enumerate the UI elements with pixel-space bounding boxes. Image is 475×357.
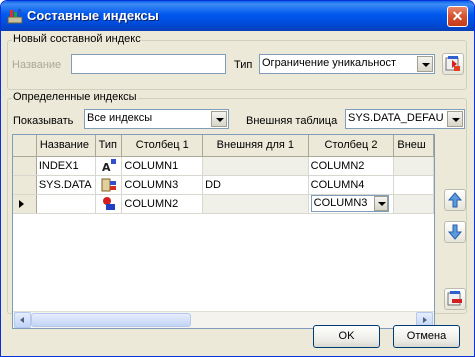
- cell-type[interactable]: [95, 194, 123, 214]
- cell-type[interactable]: [95, 175, 123, 195]
- cancel-button[interactable]: Отмена: [393, 325, 460, 348]
- indexes-grid[interactable]: Название Тип Столбец 1 Внешняя для 1 Сто…: [12, 134, 435, 329]
- column2-select[interactable]: COLUMN3: [310, 195, 389, 212]
- row-header[interactable]: [13, 194, 37, 214]
- index-icon: [102, 196, 115, 210]
- cell-column2[interactable]: COLUMN4: [308, 175, 395, 195]
- new-index-group: Новый составной индекс Название Тип Огра…: [7, 33, 467, 90]
- cell-type[interactable]: A: [95, 156, 123, 176]
- ok-button[interactable]: OK: [313, 325, 380, 348]
- cell-foreign2[interactable]: [393, 156, 434, 176]
- show-select[interactable]: Все индексы: [84, 109, 229, 129]
- chevron-down-icon[interactable]: [373, 196, 388, 211]
- show-select-value: Все индексы: [87, 112, 153, 124]
- cell-column2[interactable]: COLUMN3: [308, 194, 395, 214]
- foreign-key-icon: [101, 178, 116, 191]
- table-row[interactable]: COLUMN2 COLUMN3: [13, 194, 434, 214]
- cell-foreign1[interactable]: DD: [202, 175, 309, 195]
- cell-column1[interactable]: COLUMN3: [121, 175, 204, 195]
- arrow-up-icon: [447, 192, 463, 208]
- column2-select-value: COLUMN3: [313, 197, 368, 209]
- defined-indexes-legend: Определенные индексы: [12, 91, 138, 103]
- current-row-icon: [19, 199, 24, 208]
- type-select[interactable]: Ограничение уникальност: [259, 54, 435, 74]
- cell-foreign1[interactable]: [202, 194, 309, 214]
- header-row: Название Тип Столбец 1 Внешняя для 1 Сто…: [13, 135, 434, 157]
- cell-foreign2[interactable]: [393, 194, 434, 214]
- col-header-column1[interactable]: Столбец 1: [121, 135, 204, 157]
- table-row[interactable]: INDEX1 A COLUMN1 COLUMN2: [13, 156, 434, 176]
- move-up-button[interactable]: [444, 189, 466, 211]
- scroll-thumb[interactable]: [31, 313, 191, 327]
- svg-text:A: A: [102, 161, 111, 174]
- type-label: Тип: [234, 59, 253, 71]
- name-input[interactable]: [71, 54, 226, 74]
- close-button[interactable]: ✕: [447, 6, 468, 27]
- window-title: Составные индексы: [27, 8, 159, 23]
- cell-foreign1[interactable]: [202, 156, 309, 176]
- delete-index-button[interactable]: [444, 288, 466, 310]
- foreign-table-select-value: SYS.DATA_DEFAU: [348, 112, 444, 124]
- move-down-button[interactable]: [444, 221, 466, 243]
- cell-foreign2[interactable]: [393, 175, 434, 195]
- name-label: Название: [12, 59, 62, 71]
- add-index-button[interactable]: [442, 53, 464, 75]
- corner-cell: [13, 135, 37, 157]
- dialog-client: Новый составной индекс Название Тип Огра…: [4, 31, 471, 355]
- cell-column1[interactable]: COLUMN1: [121, 156, 204, 176]
- cell-name[interactable]: [36, 194, 96, 214]
- unique-index-icon: A: [102, 158, 116, 174]
- col-header-foreign1[interactable]: Внешняя для 1: [202, 135, 309, 157]
- new-index-legend: Новый составной индекс: [12, 33, 142, 45]
- app-icon: [7, 9, 23, 24]
- row-header[interactable]: [13, 175, 37, 195]
- cell-column2[interactable]: COLUMN2: [308, 156, 395, 176]
- show-label: Показывать: [13, 115, 74, 127]
- chevron-down-icon[interactable]: [447, 111, 463, 127]
- scroll-left-button[interactable]: [14, 312, 31, 328]
- chevron-down-icon[interactable]: [417, 56, 433, 72]
- add-index-icon: [445, 56, 460, 71]
- col-header-foreign2[interactable]: Внеш: [393, 135, 434, 157]
- dialog-window: Составные индексы ✕ Новый составной инде…: [0, 0, 475, 357]
- col-header-type[interactable]: Тип: [95, 135, 123, 157]
- table-row[interactable]: SYS.DATA COLUMN3 DD COLUMN4: [13, 175, 434, 195]
- col-header-column2[interactable]: Столбец 2: [308, 135, 395, 157]
- row-header[interactable]: [13, 156, 37, 176]
- close-icon: ✕: [451, 8, 464, 24]
- indexes-table: Название Тип Столбец 1 Внешняя для 1 Сто…: [13, 135, 434, 214]
- col-header-name[interactable]: Название: [36, 135, 96, 157]
- cell-name[interactable]: INDEX1: [36, 156, 96, 176]
- foreign-table-label: Внешняя таблица: [246, 115, 338, 127]
- arrow-down-icon: [447, 224, 463, 240]
- cell-column1[interactable]: COLUMN2: [121, 194, 204, 214]
- foreign-table-select[interactable]: SYS.DATA_DEFAU: [345, 109, 465, 129]
- chevron-down-icon[interactable]: [211, 111, 227, 127]
- delete-index-icon: [447, 291, 462, 306]
- type-select-value: Ограничение уникальност: [262, 57, 397, 69]
- cell-name[interactable]: SYS.DATA: [36, 175, 96, 195]
- title-bar[interactable]: Составные индексы ✕: [1, 1, 474, 31]
